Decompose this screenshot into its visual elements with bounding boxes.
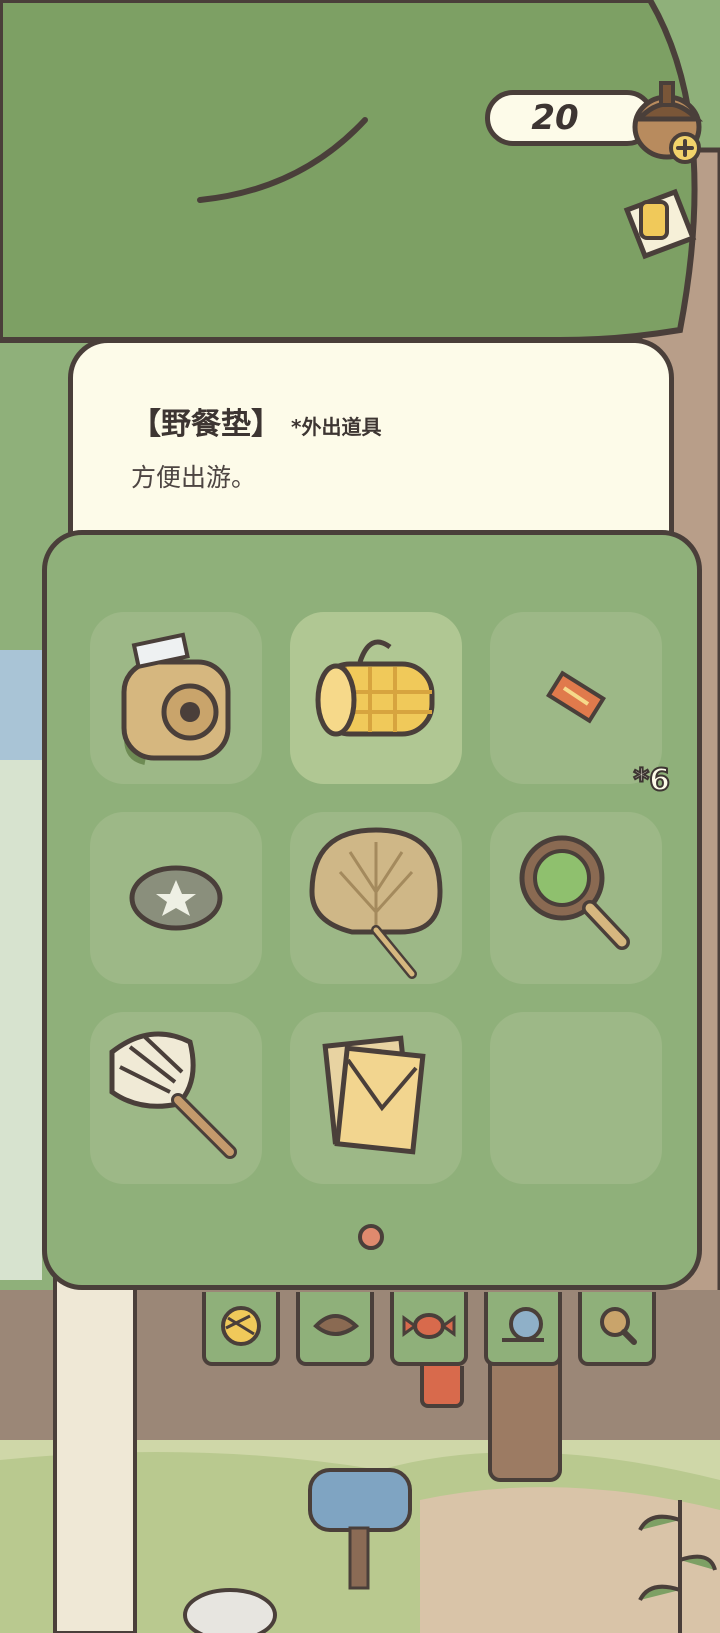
ticket-icon [546,670,606,724]
ticket-count: *6 [632,762,671,799]
slot-magnifier[interactable] [490,812,662,984]
duster-icon [109,1031,237,1159]
add-acorn-button[interactable] [669,132,701,164]
tab-yarn[interactable] [202,1292,280,1366]
cup-icon[interactable] [615,180,705,270]
candy-icon [402,1313,456,1339]
magnifier-icon [519,835,630,950]
item-description: 方便出游。 [131,463,257,492]
page-indicator-dot[interactable] [358,1224,384,1250]
slot-stone[interactable] [90,812,262,984]
letters-icon [322,1035,426,1155]
tab-search[interactable] [578,1292,656,1366]
slot-duster[interactable] [90,1012,262,1184]
slot-fan[interactable] [290,812,462,984]
slot-camera[interactable] [90,612,262,784]
fan-icon [309,827,443,979]
tab-snail[interactable] [484,1292,562,1366]
tab-candy[interactable] [390,1292,468,1366]
camera-icon [121,632,231,765]
inventory-panel: *6 [42,530,702,1290]
slot-letters[interactable] [290,1012,462,1184]
search-icon [600,1307,637,1345]
item-tag: *外出道具 [291,415,382,439]
stone-icon [129,865,223,931]
picnic-mat-icon [315,639,435,737]
acorn-amount: 20 [531,98,579,138]
slot-empty[interactable] [490,1012,662,1184]
game-scene: 20 【野餐垫】 *外出道具 方便出游。 *6 [0,0,720,1633]
tab-leaf[interactable] [296,1292,374,1366]
plus-icon [676,139,694,157]
slot-ticket[interactable]: *6 [490,612,671,799]
slot-picnic-mat[interactable] [290,612,462,784]
item-title: 【野餐垫】 [131,407,281,442]
snail-icon [502,1307,544,1342]
leaf-icon [313,1314,360,1336]
mail-tab[interactable] [420,1366,464,1408]
yarn-icon [221,1306,261,1346]
